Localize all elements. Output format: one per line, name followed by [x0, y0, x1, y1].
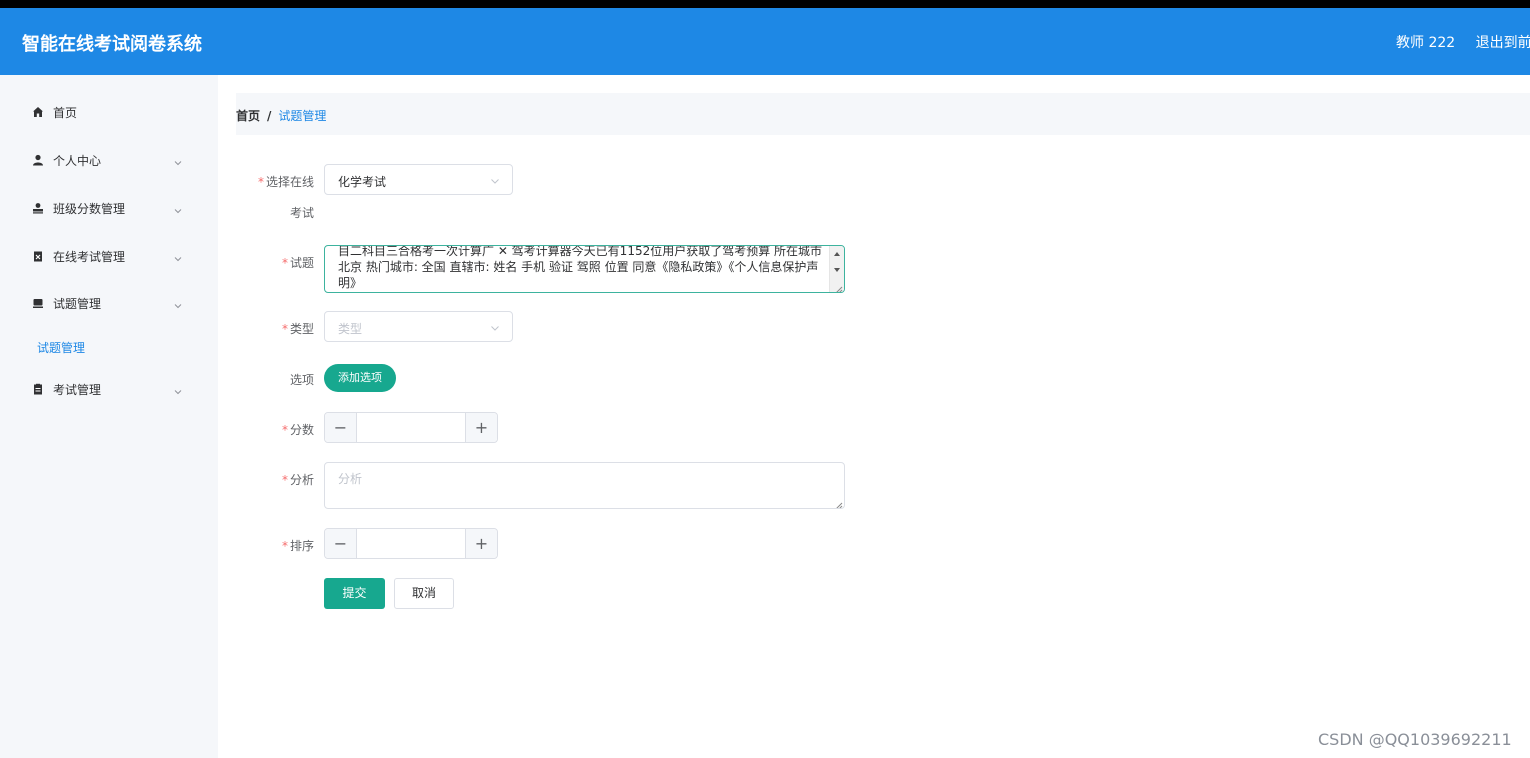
- question-icon: [32, 297, 44, 309]
- sidebar-item-label: 首页: [53, 105, 78, 120]
- chevron-down-icon: [490, 322, 500, 332]
- minus-icon[interactable]: −: [325, 529, 357, 558]
- logout-link[interactable]: 退出到前台: [1476, 35, 1530, 51]
- required-asterisk: *: [257, 175, 264, 189]
- sidebar-item-personal[interactable]: 个人中心: [0, 136, 218, 184]
- plus-icon[interactable]: +: [465, 413, 497, 442]
- exam-select-value: 化学考试: [338, 175, 387, 189]
- order-input[interactable]: [357, 529, 465, 558]
- sidebar-item-home[interactable]: 首页: [0, 88, 218, 136]
- type-label: * 类型: [281, 322, 314, 336]
- submit-button[interactable]: 提交: [324, 578, 385, 609]
- exam-select-label: * 选择在线: [257, 175, 314, 189]
- add-option-button[interactable]: 添加选项: [324, 364, 396, 392]
- chevron-down-icon: [174, 204, 182, 214]
- breadcrumb-separator: /: [267, 109, 272, 123]
- sidebar: 首页 个人中心 班级分数管理 在线考试管理 试题管理 试题管理 考试管理: [0, 75, 218, 758]
- chevron-down-icon: [490, 175, 500, 185]
- app-header: 智能在线考试阅卷系统 教师 222 退出到前台: [0, 8, 1530, 75]
- required-asterisk: *: [281, 256, 288, 270]
- header-user-area: 教师 222 退出到前台: [1396, 32, 1530, 52]
- breadcrumb-current: 试题管理: [278, 109, 327, 123]
- user-icon: [32, 154, 44, 166]
- minus-icon[interactable]: −: [325, 413, 357, 442]
- watermark: CSDN @QQ1039692211: [1318, 730, 1512, 749]
- app-title: 智能在线考试阅卷系统: [22, 34, 202, 55]
- question-textarea[interactable]: 目二科目三合格考一次计算广 ✕ 驾考计算器今天已有1152位用户获取了驾考预算 …: [324, 245, 845, 293]
- required-asterisk: *: [281, 473, 288, 487]
- required-asterisk: *: [281, 423, 288, 437]
- required-asterisk: *: [281, 539, 288, 553]
- top-black-bar: [0, 0, 1530, 8]
- cancel-button[interactable]: 取消: [394, 578, 454, 609]
- type-select-placeholder: 类型: [338, 322, 363, 336]
- sidebar-item-label: 在线考试管理: [53, 249, 126, 264]
- chevron-down-icon: [174, 299, 182, 309]
- sidebar-item-class-score[interactable]: 班级分数管理: [0, 184, 218, 232]
- scroll-up-icon[interactable]: [834, 252, 840, 256]
- class-icon: [32, 202, 44, 214]
- order-label: * 排序: [281, 539, 314, 553]
- chevron-down-icon: [174, 252, 182, 262]
- score-stepper[interactable]: − +: [324, 412, 498, 443]
- home-icon: [32, 106, 44, 118]
- exam-icon: [32, 383, 44, 395]
- order-stepper[interactable]: − +: [324, 528, 498, 559]
- sidebar-item-online-exam[interactable]: 在线考试管理: [0, 232, 218, 280]
- analysis-placeholder: 分析: [338, 472, 363, 486]
- resize-handle-icon[interactable]: [835, 283, 843, 292]
- chevron-down-icon: [174, 385, 182, 395]
- question-text: 目二科目三合格考一次计算广 ✕ 驾考计算器今天已有1152位用户获取了驾考预算 …: [338, 245, 823, 290]
- plus-icon[interactable]: +: [465, 529, 497, 558]
- breadcrumb-bar: 首页 / 试题管理: [236, 93, 1530, 135]
- sidebar-item-label: 考试管理: [53, 382, 102, 397]
- clipboard-icon: [32, 250, 44, 262]
- sidebar-item-label: 试题管理: [53, 296, 102, 311]
- exam-select-label-line2: 考试: [289, 206, 314, 220]
- score-label: * 分数: [281, 423, 314, 437]
- chevron-down-icon: [174, 156, 182, 166]
- sidebar-item-label: 班级分数管理: [53, 201, 126, 216]
- breadcrumb-home[interactable]: 首页: [236, 109, 260, 123]
- exam-select[interactable]: 化学考试: [324, 164, 513, 195]
- scroll-down-icon[interactable]: [834, 268, 840, 272]
- sidebar-item-exam-mgmt[interactable]: 考试管理: [0, 365, 218, 413]
- analysis-label: * 分析: [281, 473, 314, 487]
- sidebar-item-question-mgmt[interactable]: 试题管理: [0, 279, 218, 327]
- score-input[interactable]: [357, 413, 465, 442]
- user-name: 教师 222: [1396, 35, 1456, 51]
- type-select[interactable]: 类型: [324, 311, 513, 342]
- sidebar-item-label: 个人中心: [53, 153, 102, 168]
- required-asterisk: *: [281, 322, 288, 336]
- analysis-textarea[interactable]: 分析: [324, 462, 845, 509]
- resize-handle-icon[interactable]: [835, 499, 843, 508]
- question-label: * 试题: [281, 256, 314, 270]
- sidebar-sub-question-mgmt[interactable]: 试题管理: [37, 339, 85, 356]
- breadcrumb: 首页 / 试题管理: [236, 107, 326, 124]
- options-label: 选项: [289, 373, 314, 387]
